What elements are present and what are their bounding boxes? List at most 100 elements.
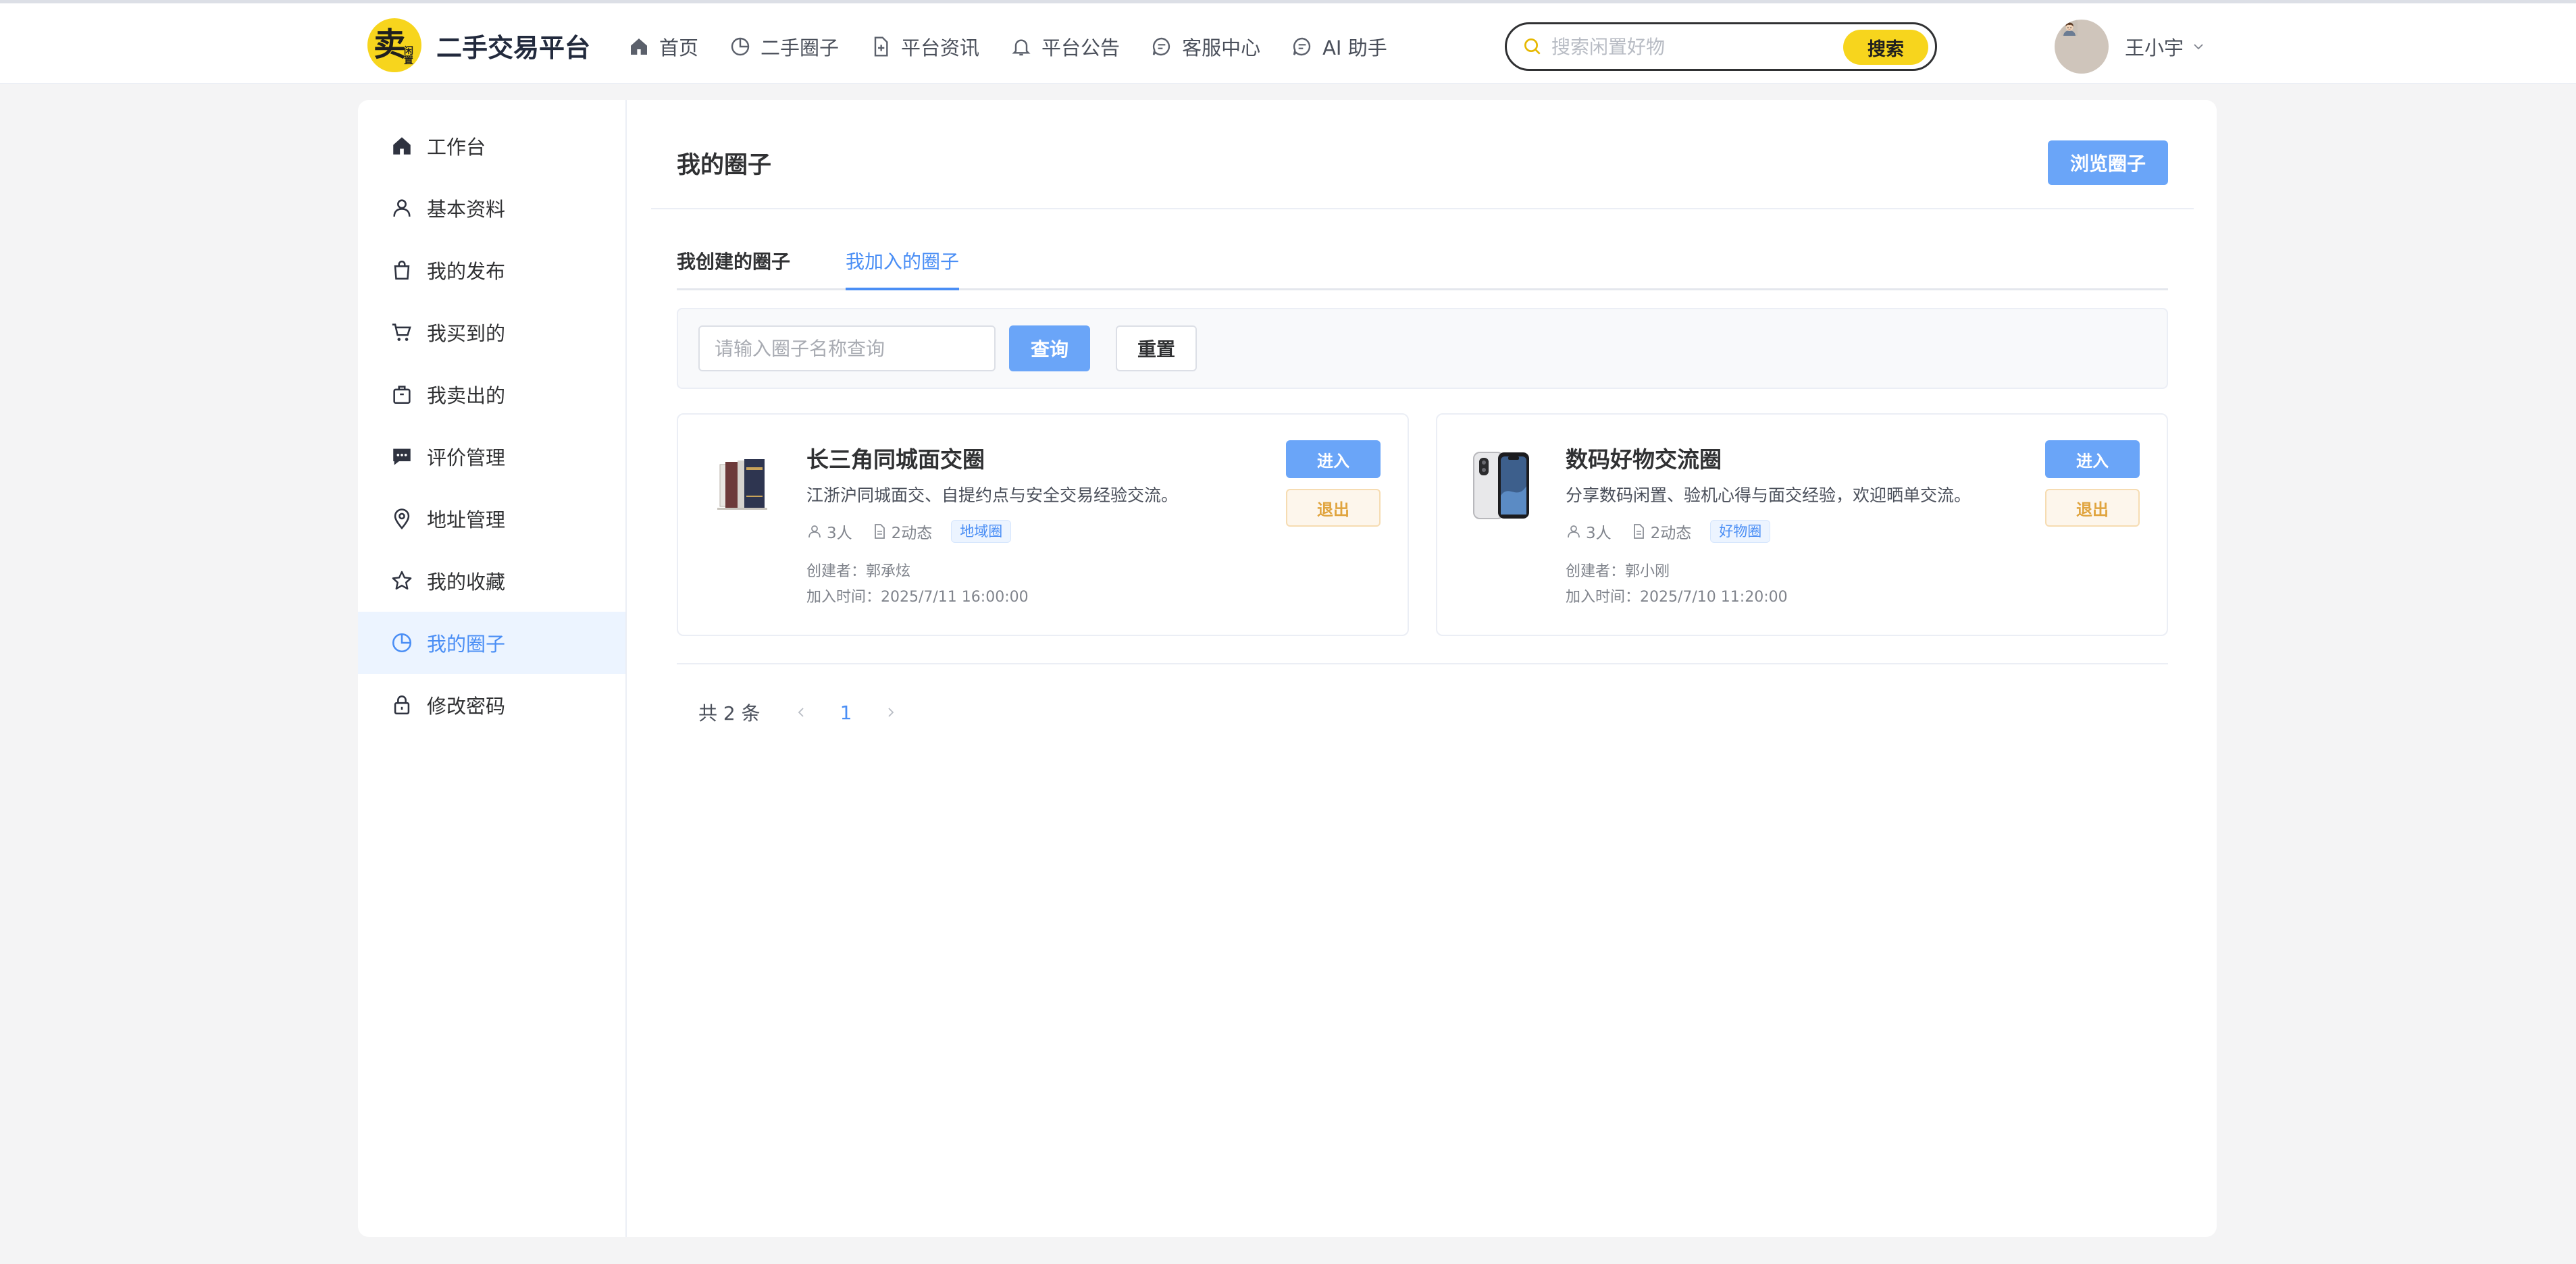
enter-circle-button[interactable]: 进入 <box>2045 440 2140 478</box>
brand-name: 二手交易平台 <box>436 32 591 63</box>
sidebar-item-bought[interactable]: 我买到的 <box>358 301 625 363</box>
pagination-total: 共 2 条 <box>698 702 761 725</box>
star-icon <box>392 571 412 590</box>
nav-item-service[interactable]: 客服中心 <box>1151 32 1260 61</box>
sidebar-item-sold[interactable]: 我卖出的 <box>358 363 625 425</box>
nav-item-label: 平台资讯 <box>901 36 980 59</box>
sidebar-item-my-posts[interactable]: 我的发布 <box>358 239 625 301</box>
box-icon <box>393 386 411 404</box>
page-number-current[interactable]: 1 <box>840 702 852 724</box>
shopping-bag-icon <box>394 260 410 280</box>
nav-item-label: 二手圈子 <box>761 36 840 59</box>
circle-card: 数码好物交流圈 分享数码闲置、验机心得与面交经验，欢迎晒单交流。 3人 2动态 … <box>1436 413 2168 636</box>
sidebar-item-label: 工作台 <box>427 136 486 159</box>
user-menu[interactable]: 王小宇 <box>2055 20 2207 74</box>
search-button[interactable]: 搜索 <box>1843 30 1928 65</box>
sidebar-item-label: 我的圈子 <box>427 633 506 656</box>
chat-icon <box>1293 37 1311 56</box>
sidebar-item-reviews[interactable]: 评价管理 <box>358 425 625 488</box>
books-icon <box>705 448 779 523</box>
sidebar-item-address[interactable]: 地址管理 <box>358 488 625 550</box>
post-count: 2动态 <box>1650 525 1692 542</box>
document-icon <box>1633 524 1644 539</box>
comment-icon <box>393 448 411 465</box>
circle-creator: 创建者：郭承炫 <box>806 563 911 580</box>
sidebar: 工作台 基本资料 我的发布 我买到的 我卖出的 评价管理 地址管理 我的收藏 我… <box>358 100 627 1237</box>
document-icon <box>874 524 885 539</box>
sidebar-item-favorites[interactable]: 我的收藏 <box>358 550 625 612</box>
exit-circle-button[interactable]: 退出 <box>1286 489 1381 527</box>
brand-logo-small: 闲置 <box>404 46 413 66</box>
pie-chart-icon <box>731 37 750 56</box>
nav-item-announcements[interactable]: 平台公告 <box>1010 32 1120 61</box>
bell-icon <box>1012 39 1031 56</box>
phone-icon <box>1464 448 1539 523</box>
user-icon <box>1568 525 1580 538</box>
brand[interactable]: 卖 闲置 二手交易平台 <box>367 18 590 72</box>
user-icon <box>393 199 411 217</box>
nav-item-label: 平台公告 <box>1041 36 1120 59</box>
nav-item-ai-assistant[interactable]: AI 助手 <box>1291 32 1387 61</box>
sidebar-item-workbench[interactable]: 工作台 <box>358 115 625 177</box>
nav-item-label: 首页 <box>659 36 699 59</box>
divider <box>651 208 2194 209</box>
nav-item-label: 客服中心 <box>1182 36 1261 59</box>
circle-name[interactable]: 数码好物交流圈 <box>1566 442 1722 474</box>
page-title: 我的圈子 <box>677 152 772 179</box>
sidebar-item-label: 地址管理 <box>427 508 506 531</box>
tab-created-circles[interactable]: 我创建的圈子 <box>677 247 790 290</box>
query-button[interactable]: 查询 <box>1009 325 1090 371</box>
lock-icon <box>394 695 410 715</box>
circle-tag: 好物圈 <box>1710 520 1771 543</box>
pagination: 共 2 条 1 <box>698 695 899 729</box>
top-header: 卖 闲置 二手交易平台 首页 二手圈子 平台资讯 平台公告 客服中心 AI 助手 <box>0 0 2576 84</box>
chevron-left-icon[interactable] <box>793 704 809 720</box>
top-nav: 首页 二手圈子 平台资讯 平台公告 客服中心 AI 助手 <box>628 30 1418 63</box>
circle-meta: 3人 2动态 地域圈 <box>806 520 1012 543</box>
avatar[interactable] <box>2055 20 2109 74</box>
tab-joined-circles[interactable]: 我加入的圈子 <box>846 247 959 290</box>
sidebar-item-label: 评价管理 <box>427 446 506 469</box>
username: 王小宇 <box>2125 36 2184 59</box>
circle-tag: 地域圈 <box>951 520 1012 543</box>
document-add-icon <box>874 36 888 57</box>
circle-joined-time: 加入时间：2025/7/10 11:20:00 <box>1566 589 1788 606</box>
brand-logo: 卖 闲置 <box>367 18 421 72</box>
home-icon <box>393 137 411 155</box>
sidebar-item-label: 我的发布 <box>427 260 506 283</box>
nav-item-circles[interactable]: 二手圈子 <box>729 32 839 61</box>
member-count: 3人 <box>1586 525 1612 542</box>
avatar-image <box>2061 20 2078 36</box>
sidebar-item-profile[interactable]: 基本资料 <box>358 177 625 239</box>
browse-circles-button[interactable]: 浏览圈子 <box>2048 140 2168 185</box>
chat-icon <box>1152 37 1170 56</box>
sidebar-item-my-circles[interactable]: 我的圈子 <box>358 612 625 674</box>
brand-logo-char: 卖 <box>373 26 407 63</box>
sidebar-item-label: 我的收藏 <box>427 571 506 594</box>
reset-button[interactable]: 重置 <box>1116 325 1197 371</box>
nav-item-home[interactable]: 首页 <box>628 32 698 61</box>
tab-active-indicator <box>846 288 959 290</box>
sidebar-item-change-password[interactable]: 修改密码 <box>358 674 625 736</box>
divider <box>677 663 2168 664</box>
chevron-down-icon <box>2194 44 2203 50</box>
circle-description: 分享数码闲置、验机心得与面交经验，欢迎晒单交流。 <box>1566 485 1972 505</box>
location-icon <box>394 508 410 530</box>
enter-circle-button[interactable]: 进入 <box>1286 440 1381 478</box>
nav-item-news[interactable]: 平台资讯 <box>870 32 979 61</box>
chevron-right-icon[interactable] <box>883 704 899 720</box>
pie-chart-icon <box>392 633 412 653</box>
sidebar-item-label: 基本资料 <box>427 198 506 221</box>
circle-name-search-input[interactable] <box>698 325 996 371</box>
nav-item-label: AI 助手 <box>1322 36 1387 59</box>
search-input[interactable] <box>1551 35 1835 58</box>
circle-description: 江浙沪同城面交、自提约点与安全交易经验交流。 <box>806 485 1179 505</box>
circle-card: 长三角同城面交圈 江浙沪同城面交、自提约点与安全交易经验交流。 3人 2动态 地… <box>677 413 1409 636</box>
search-icon <box>1524 38 1541 55</box>
circle-name[interactable]: 长三角同城面交圈 <box>806 442 985 474</box>
circle-meta: 3人 2动态 好物圈 <box>1566 520 1771 543</box>
sidebar-item-label: 我买到的 <box>427 322 506 345</box>
circle-creator: 创建者：郭小刚 <box>1566 563 1670 580</box>
exit-circle-button[interactable]: 退出 <box>2045 489 2140 527</box>
filter-bar: 查询 重置 <box>677 308 2168 389</box>
